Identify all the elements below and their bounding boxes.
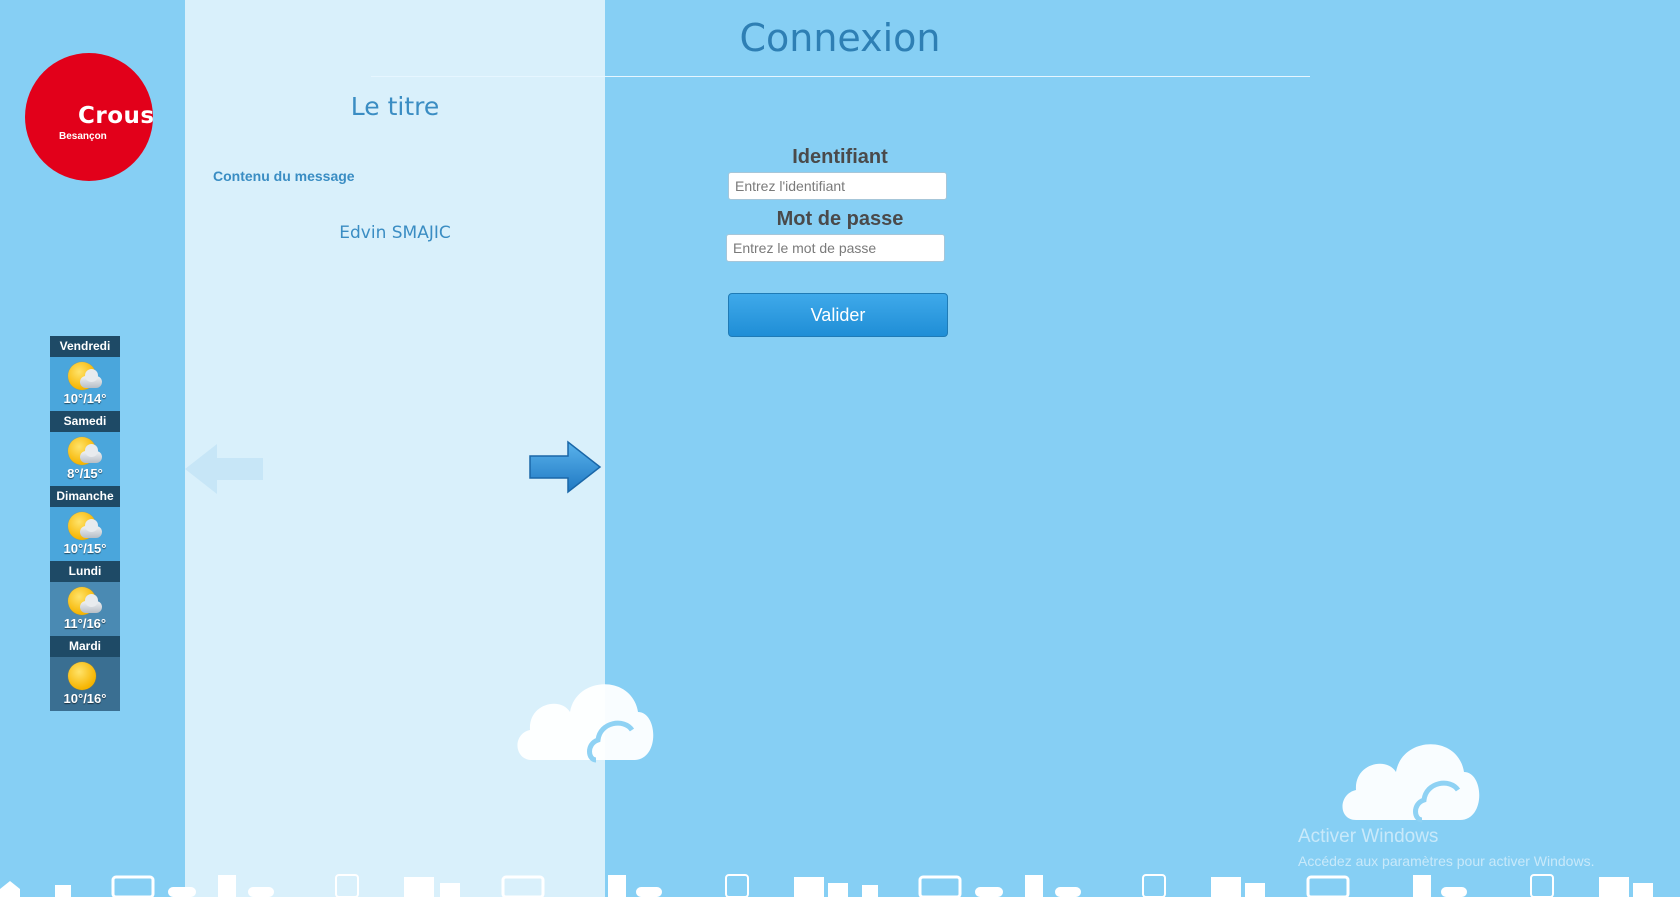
left-sidebar: Crous Besançon Vendredi 10°/14° Samedi 8… xyxy=(0,0,185,897)
weather-day-body: 11°/16° xyxy=(50,582,120,636)
logo-city: Besançon xyxy=(59,131,107,142)
weather-day: Dimanche 10°/15° xyxy=(50,486,120,561)
weather-day: Vendredi 10°/14° xyxy=(50,336,120,411)
username-field[interactable] xyxy=(728,172,947,200)
weather-day: Lundi 11°/16° xyxy=(50,561,120,636)
cloud-icon xyxy=(517,684,654,763)
weather-day-body: 10°/15° xyxy=(50,507,120,561)
username-label: Identifiant xyxy=(792,146,888,168)
weather-temp: 10°/14° xyxy=(63,391,107,406)
submit-button[interactable]: Valider xyxy=(728,293,948,337)
sun-cloud-icon xyxy=(66,586,102,616)
login-form: Identifiant Mot de passe Valider xyxy=(726,146,952,337)
weather-day-name: Vendredi xyxy=(50,336,120,357)
sun-cloud-icon xyxy=(66,436,102,466)
sun-icon xyxy=(66,661,102,691)
title-divider xyxy=(371,76,1310,77)
watermark-title: Activer Windows xyxy=(1298,826,1439,847)
password-field[interactable] xyxy=(726,234,945,262)
message-author: Edvin SMAJIC xyxy=(339,223,451,243)
weather-temp: 8°/15° xyxy=(67,466,103,481)
password-label: Mot de passe xyxy=(776,208,904,230)
weather-day: Samedi 8°/15° xyxy=(50,411,120,486)
weather-day-body: 10°/14° xyxy=(50,357,120,411)
weather-temp: 10°/15° xyxy=(63,541,107,556)
arrow-right-icon[interactable] xyxy=(528,440,602,494)
message-content: Contenu du message xyxy=(213,168,355,184)
sun-cloud-icon xyxy=(66,511,102,541)
crous-logo[interactable]: Crous Besançon xyxy=(25,53,153,181)
weather-temp: 11°/16° xyxy=(63,616,107,631)
weather-day-name: Dimanche xyxy=(50,486,120,507)
weather-day-name: Lundi xyxy=(50,561,120,582)
weather-day-name: Samedi xyxy=(50,411,120,432)
weather-day-body: 10°/16° xyxy=(50,657,120,711)
logo-word: Crous xyxy=(78,103,153,129)
weather-widget: Vendredi 10°/14° Samedi 8°/15° Dimanche … xyxy=(50,336,120,711)
weather-temp: 10°/16° xyxy=(63,691,107,706)
city-skyline-decoration xyxy=(0,874,1653,897)
cloud-icon xyxy=(1342,744,1480,823)
page-title: Connexion xyxy=(739,16,941,60)
weather-day-body: 8°/15° xyxy=(50,432,120,486)
arrow-left-icon[interactable] xyxy=(185,443,263,495)
sun-cloud-icon xyxy=(66,361,102,391)
message-title: Le titre xyxy=(350,92,440,121)
weather-day: Mardi 10°/16° xyxy=(50,636,120,711)
weather-day-name: Mardi xyxy=(50,636,120,657)
